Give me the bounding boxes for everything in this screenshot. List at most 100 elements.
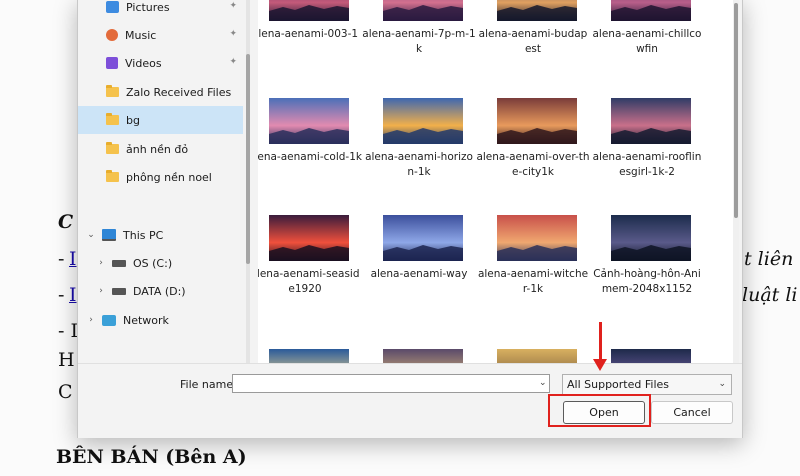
file-name-label: alena-aenami-chillcowfin	[592, 28, 702, 55]
file-name-input[interactable]	[232, 374, 550, 393]
image-thumbnail	[383, 0, 463, 21]
file-name-label: alena-aenami-witcher-1k	[477, 268, 589, 295]
nav-item-network[interactable]: › Network	[78, 306, 243, 334]
document-fragment: -	[58, 248, 65, 270]
image-thumbnail	[269, 349, 349, 363]
image-thumbnail	[383, 98, 463, 144]
file-tile[interactable]: alena-aenami-cold-1k	[258, 98, 362, 218]
nav-item-pictures[interactable]: Pictures ✦	[78, 0, 243, 21]
open-file-dialog: Pictures ✦ Music ✦ Videos ✦ Zalo Received File…	[77, 0, 743, 438]
navigation-scrollbar[interactable]	[246, 0, 250, 363]
nav-item-videos[interactable]: Videos ✦	[78, 49, 243, 77]
folder-icon	[106, 170, 119, 182]
pc-icon	[102, 229, 116, 241]
image-thumbnail	[497, 349, 577, 363]
nav-item-bg[interactable]: bg	[78, 106, 243, 134]
image-thumbnail	[611, 98, 691, 144]
nav-item-nh-n-n[interactable]: ảnh nền đỏ	[78, 135, 243, 163]
document-fragment: - I	[58, 320, 78, 342]
chevron-right-icon[interactable]: ›	[94, 258, 108, 268]
chevron-down-icon[interactable]: ⌄	[539, 378, 547, 388]
file-name-label: alena-aenami-way	[370, 268, 468, 280]
file-tile[interactable]: alena-aenami-003-1	[258, 0, 362, 95]
navigation-scrollbar-thumb[interactable]	[246, 54, 250, 264]
file-tile[interactable]	[362, 349, 476, 363]
file-tile[interactable]	[476, 349, 590, 363]
file-tile[interactable]: alena-aenami-budapest	[476, 0, 590, 95]
file-grid-scrollbar-thumb[interactable]	[734, 3, 738, 218]
image-thumbnail	[269, 98, 349, 144]
file-tile[interactable]: alena-aenami-rooflinesgirl-1k-2	[590, 98, 704, 218]
nav-item-label: bg	[126, 113, 140, 127]
document-fragment: t liên	[744, 248, 794, 270]
nav-item-label: DATA (D:)	[133, 284, 186, 298]
nav-item-data-d[interactable]: › DATA (D:)	[78, 277, 243, 305]
annotation-arrow-head	[593, 359, 607, 371]
file-name-label: alena-aenami-cold-1k	[258, 151, 362, 163]
document-fragment[interactable]: I	[69, 284, 77, 306]
nav-item-label: Music	[125, 28, 157, 42]
drive-icon	[112, 287, 126, 295]
drive-icon	[112, 259, 126, 267]
file-tile[interactable]: alena-aenami-horizon-1k	[362, 98, 476, 218]
document-fragment: C	[58, 381, 73, 403]
chevron-right-icon[interactable]: ›	[94, 286, 108, 296]
image-thumbnail	[497, 215, 577, 261]
cancel-button[interactable]: Cancel	[651, 401, 733, 424]
pin-icon: ✦	[229, 29, 237, 39]
nav-item-label: Videos	[125, 56, 162, 70]
file-tile[interactable]: alena-aenami-seaside1920	[258, 215, 362, 335]
file-tile[interactable]	[258, 349, 362, 363]
nav-item-label: Network	[123, 313, 169, 327]
image-thumbnail	[497, 98, 577, 144]
nav-item-label: This PC	[123, 228, 164, 242]
image-thumbnail	[269, 215, 349, 261]
nav-item-os-c[interactable]: › OS (C:)	[78, 249, 243, 277]
chevron-down-icon: ⌄	[718, 379, 726, 389]
nav-item-label: Pictures	[126, 0, 170, 14]
file-tile[interactable]: alena-aenami-7p-m-1k	[362, 0, 476, 95]
file-name-label: alena-aenami-budapest	[478, 28, 588, 55]
file-grid: alena-aenami-003-1 alena-aenami-7p-m-1k al…	[258, 0, 734, 363]
file-type-select[interactable]: All Supported Files ⌄	[562, 374, 732, 395]
file-name-label: alena-aenami-over-the-city1k	[476, 151, 590, 178]
file-name-label: alena-aenami-rooflinesgirl-1k-2	[592, 151, 702, 178]
annotation-arrow	[599, 322, 602, 362]
chevron-right-icon[interactable]: ›	[84, 315, 98, 325]
annotation-highlight-box	[548, 394, 651, 427]
file-grid-scrollbar[interactable]	[733, 0, 739, 363]
music-icon	[106, 29, 118, 41]
image-thumbnail	[497, 0, 577, 21]
nav-item-ph-ng-n-n-noel[interactable]: phông nền noel	[78, 163, 243, 191]
document-fragment[interactable]: I	[69, 248, 77, 270]
document-fragment: -	[58, 284, 65, 306]
nav-item-label: Zalo Received Files	[126, 85, 232, 99]
chevron-down-icon[interactable]: ⌄	[84, 230, 98, 240]
pin-icon: ✦	[229, 57, 237, 67]
folder-icon	[106, 113, 119, 125]
videos-icon	[106, 57, 118, 69]
pin-icon: ✦	[229, 1, 237, 11]
file-tile[interactable]: Cảnh-hoàng-hôn-Animem-2048x1152	[590, 215, 704, 335]
image-thumbnail	[611, 215, 691, 261]
network-icon	[102, 314, 116, 326]
file-name-label: alena-aenami-003-1	[258, 28, 359, 40]
folder-icon	[106, 85, 119, 97]
nav-item-label: ảnh nền đỏ	[126, 142, 189, 156]
nav-item-music[interactable]: Music ✦	[78, 21, 243, 49]
image-thumbnail	[383, 349, 463, 363]
navigation-pane: Pictures ✦ Music ✦ Videos ✦ Zalo Received File…	[78, 0, 245, 363]
file-tile[interactable]: alena-aenami-way	[362, 215, 476, 335]
folder-icon	[106, 142, 119, 154]
image-thumbnail	[383, 215, 463, 261]
document-fragment: H	[58, 349, 75, 371]
nav-item-zalo-received-files[interactable]: Zalo Received Files	[78, 78, 243, 106]
file-name-label: alena-aenami-horizon-1k	[365, 151, 473, 178]
file-tile[interactable]: alena-aenami-over-the-city1k	[476, 98, 590, 218]
pictures-icon	[106, 1, 119, 13]
file-tile[interactable]: alena-aenami-witcher-1k	[476, 215, 590, 335]
image-thumbnail	[269, 0, 349, 21]
file-tile[interactable]	[590, 349, 704, 363]
nav-item-this-pc[interactable]: ⌄ This PC	[78, 221, 243, 249]
file-tile[interactable]: alena-aenami-chillcowfin	[590, 0, 704, 95]
